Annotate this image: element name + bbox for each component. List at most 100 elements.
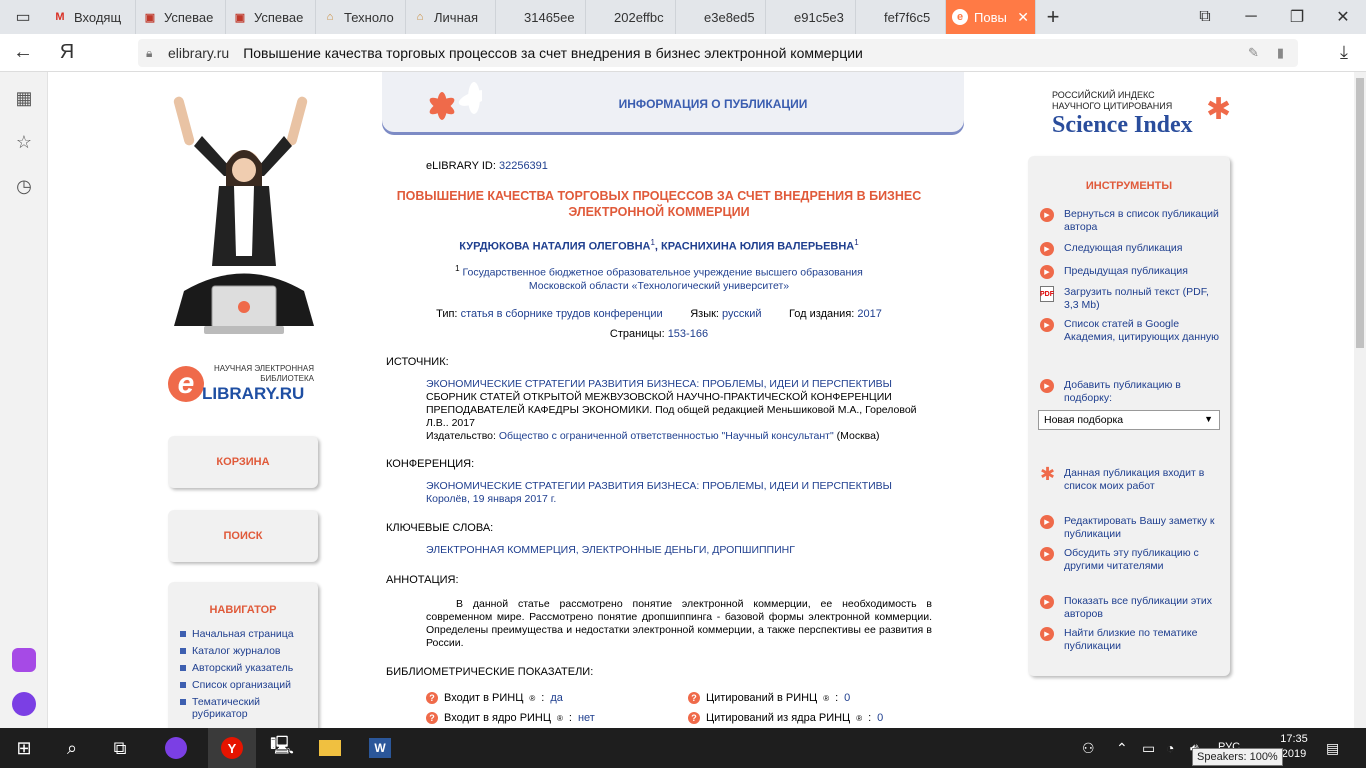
navigator-item[interactable]: Тематический рубрикатор bbox=[168, 696, 318, 720]
university-icon: ⌂ bbox=[326, 11, 334, 23]
question-icon[interactable]: ? bbox=[426, 712, 438, 724]
elibrary-logo[interactable]: НАУЧНАЯ ЭЛЕКТРОННАЯ БИБЛИОТЕКА e LIBRARY… bbox=[164, 362, 324, 412]
tab-5[interactable]: 31465ee bbox=[496, 0, 586, 34]
bib-value: нет bbox=[577, 712, 595, 724]
taskbar-computer[interactable]: 🖳︎ bbox=[258, 728, 306, 768]
alice-icon[interactable] bbox=[12, 692, 36, 716]
tab-label: Входящ bbox=[74, 9, 122, 25]
tool-my-works[interactable]: ✱ Данная публикация входит в список моих … bbox=[1040, 465, 1222, 493]
tray-up-icon[interactable]: ⌃ bbox=[1116, 728, 1128, 768]
play-icon: ▶ bbox=[1040, 547, 1054, 561]
tool-discuss[interactable]: ▶ Обсудить эту публикацию с другими читат… bbox=[1040, 547, 1222, 573]
page-scrollbar[interactable] bbox=[1354, 72, 1366, 728]
tab-0[interactable]: M Входящ bbox=[46, 0, 136, 34]
download-icon[interactable]: ⤓ bbox=[1340, 42, 1348, 63]
tab-label: 31465ee bbox=[524, 9, 575, 25]
play-icon: ▶ bbox=[1040, 515, 1054, 529]
bookmark-icon[interactable]: ▮ bbox=[1277, 45, 1284, 61]
tool-edit-note[interactable]: ▶ Редактировать Вашу заметку к публикации bbox=[1040, 515, 1222, 541]
tool-all-author-publications[interactable]: ▶ Показать все публикации этих авторов bbox=[1040, 595, 1222, 621]
search-button[interactable]: ПОИСК bbox=[168, 510, 318, 562]
navigator-item[interactable]: Начальная страница bbox=[168, 628, 318, 640]
publication-meta: Тип: статья в сборнике трудов конференци… bbox=[386, 308, 932, 320]
url-domain: elibrary.ru bbox=[168, 45, 230, 61]
science-index-logo[interactable]: Science Index bbox=[1052, 112, 1193, 139]
tool-google-scholar[interactable]: ▶ Список статей в Google Академия, цитиру… bbox=[1040, 318, 1222, 344]
affiliation-link[interactable]: Государственное бюджетное образовательно… bbox=[463, 267, 863, 292]
tab-4[interactable]: ⌂ Личная bbox=[406, 0, 496, 34]
type-value: статья в сборнике трудов конференции bbox=[460, 308, 663, 320]
scrollbar-thumb[interactable] bbox=[1356, 78, 1364, 348]
tab-active[interactable]: e Повы ✕ bbox=[946, 0, 1036, 34]
yandex-logo-icon[interactable]: Я bbox=[46, 34, 88, 72]
protect-icon[interactable]: ✎ bbox=[1248, 45, 1259, 61]
tab-1[interactable]: ▣ Успевае bbox=[136, 0, 226, 34]
tool-next-publication[interactable]: ▶ Следующая публикация bbox=[1040, 242, 1222, 256]
tab-3[interactable]: ⌂ Техноло bbox=[316, 0, 406, 34]
source-title-link[interactable]: ЭКОНОМИЧЕСКИЕ СТРАТЕГИИ РАЗВИТИЯ БИЗНЕСА… bbox=[426, 378, 932, 391]
close-window-icon[interactable]: ✕ bbox=[1320, 0, 1366, 34]
tab-label: 202effbc bbox=[614, 9, 664, 25]
play-icon: ▶ bbox=[1040, 627, 1054, 641]
question-icon[interactable]: ? bbox=[426, 692, 438, 704]
taskbar-explorer[interactable] bbox=[306, 728, 354, 768]
alice-app-icon[interactable] bbox=[12, 648, 36, 672]
cart-button[interactable]: КОРЗИНА bbox=[168, 436, 318, 488]
collection-select-value: Новая подборка bbox=[1044, 414, 1124, 426]
author-link[interactable]: КУРДЮКОВА НАТАЛИЯ ОЛЕГОВНА bbox=[459, 241, 650, 253]
publisher-link[interactable]: Общество с ограниченной ответственностью… bbox=[499, 430, 834, 442]
keywords-links[interactable]: ЭЛЕКТРОННАЯ КОММЕРЦИЯ, ЭЛЕКТРОННЫЕ ДЕНЬГ… bbox=[426, 544, 932, 557]
navigator-box: НАВИГАТОР Начальная страница Каталог журн… bbox=[168, 582, 318, 728]
tool-add-to-collection[interactable]: ▶ Добавить публикацию в подборку: bbox=[1040, 379, 1222, 405]
grid-icon[interactable]: ▦ bbox=[12, 86, 36, 110]
minimize-icon[interactable]: ─ bbox=[1228, 0, 1274, 34]
registered-mark: ® bbox=[823, 693, 830, 703]
tab-8[interactable]: e91c5e3 bbox=[766, 0, 856, 34]
taskbar-yandex-browser[interactable]: Y bbox=[208, 728, 256, 768]
taskbar-word[interactable]: W bbox=[356, 728, 404, 768]
tool-download-pdf[interactable]: PDF Загрузить полный текст (PDF, 3,3 Mb) bbox=[1040, 286, 1222, 312]
tool-back-to-author[interactable]: ▶ Вернуться в список публикаций автора bbox=[1040, 208, 1222, 234]
url-field[interactable]: 🔒︎ elibrary.ru Повышение качества торгов… bbox=[138, 39, 1298, 67]
conference-place: Королёв, 19 января 2017 г. bbox=[426, 493, 557, 505]
tool-similar-publications[interactable]: ▶ Найти близкие по тематике публикации bbox=[1040, 627, 1222, 653]
search-icon[interactable]: ⌕ bbox=[48, 728, 96, 768]
tab-6[interactable]: 202effbc bbox=[586, 0, 676, 34]
network-icon[interactable]: ▭ bbox=[1142, 728, 1155, 768]
tool-prev-publication[interactable]: ▶ Предыдущая публикация bbox=[1040, 265, 1222, 279]
new-tab-icon[interactable]: + bbox=[1036, 0, 1070, 34]
navigator-item[interactable]: Каталог журналов bbox=[168, 645, 318, 657]
tab-7[interactable]: e3e8ed5 bbox=[676, 0, 766, 34]
tab-label: Успевае bbox=[254, 9, 304, 25]
bookmark-manager-icon[interactable]: ⧉ bbox=[1182, 0, 1228, 34]
tab-9[interactable]: fef7f6c5 bbox=[856, 0, 946, 34]
navigator-item[interactable]: Авторский указатель bbox=[168, 662, 318, 674]
play-icon: ▶ bbox=[1040, 379, 1054, 393]
people-icon[interactable]: ⚇ bbox=[1082, 728, 1095, 768]
sidebar-toggle-icon[interactable]: ▭ bbox=[0, 0, 46, 34]
conference-title-link[interactable]: ЭКОНОМИЧЕСКИЕ СТРАТЕГИИ РАЗВИТИЯ БИЗНЕСА… bbox=[426, 480, 932, 493]
wifi-icon[interactable]: ◔ bbox=[1166, 728, 1174, 768]
question-icon[interactable]: ? bbox=[688, 692, 700, 704]
notifications-icon[interactable]: ▤ bbox=[1326, 728, 1339, 768]
task-view-icon[interactable]: ⧉ bbox=[96, 728, 144, 768]
restore-icon[interactable]: ❐ bbox=[1274, 0, 1320, 34]
navigator-item[interactable]: Список организаций bbox=[168, 679, 318, 691]
star-icon[interactable]: ☆ bbox=[12, 130, 36, 154]
tab-label: Повы bbox=[974, 9, 1007, 25]
back-arrow-icon[interactable]: ← bbox=[0, 34, 46, 72]
question-icon[interactable]: ? bbox=[688, 712, 700, 724]
blank-icon bbox=[682, 9, 698, 25]
author-link[interactable]: КРАСНИХИНА ЮЛИЯ ВАЛЕРЬЕВНА bbox=[661, 241, 854, 253]
year-value: 2017 bbox=[857, 308, 882, 320]
url-page-title: Повышение качества торговых процессов за… bbox=[243, 45, 863, 61]
tab-label: e3e8ed5 bbox=[704, 9, 755, 25]
science-index-line1: РОССИЙСКИЙ ИНДЕКС bbox=[1052, 90, 1155, 100]
collection-select[interactable]: Новая подборка ▼ bbox=[1038, 410, 1220, 430]
taskbar-alice[interactable] bbox=[152, 728, 200, 768]
tab-2[interactable]: ▣ Успевае bbox=[226, 0, 316, 34]
close-icon[interactable]: ✕ bbox=[1017, 9, 1029, 26]
windows-start-icon[interactable]: ⊞ bbox=[0, 728, 48, 768]
history-icon[interactable]: ◷ bbox=[12, 174, 36, 198]
blank-icon bbox=[502, 9, 518, 25]
